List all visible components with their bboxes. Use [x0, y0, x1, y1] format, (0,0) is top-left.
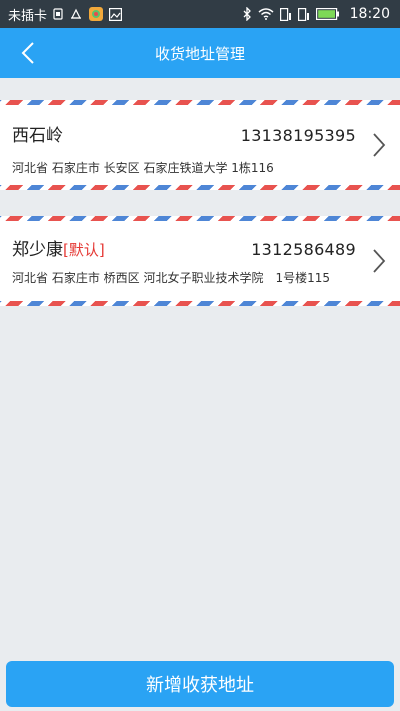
back-button[interactable]: [8, 28, 48, 78]
sim2-signal-icon: [297, 7, 310, 21]
recipient-name: 西石岭: [12, 126, 63, 146]
status-right: 18:20: [242, 6, 390, 22]
app-notification-icon: [89, 7, 104, 21]
chevron-right-icon: [368, 130, 390, 160]
page-title: 收货地址管理: [154, 44, 245, 63]
status-left: 未插卡: [8, 5, 123, 24]
status-bar: 未插卡 18:20: [0, 0, 400, 28]
airmail-border-bottom: [0, 301, 400, 306]
carrier-label: 未插卡: [8, 8, 48, 24]
sim1-signal-icon: [279, 7, 292, 21]
chevron-left-icon: [21, 42, 34, 64]
address-card-body: 郑少康[默认] 1312586489 河北省 石家庄市 桥西区 河北女子职业技术…: [0, 221, 400, 301]
title-bar: 收货地址管理: [0, 28, 400, 78]
chevron-right-icon: [368, 246, 390, 276]
sim-icon: [53, 8, 63, 20]
clock: 18:20: [349, 6, 390, 22]
address-card[interactable]: 郑少康[默认] 1312586489 河北省 石家庄市 桥西区 河北女子职业技术…: [0, 216, 400, 306]
recipient-name-wrap: 西石岭: [12, 121, 63, 146]
usb-debug-icon: [69, 8, 83, 20]
battery-icon: [315, 8, 340, 20]
address-header-row: 西石岭 13138195395: [12, 121, 356, 146]
address-card-body: 西石岭 13138195395 河北省 石家庄市 长安区 石家庄铁道大学 1栋1…: [0, 105, 400, 185]
address-header-row: 郑少康[默认] 1312586489: [12, 235, 356, 260]
recipient-address: 河北省 石家庄市 长安区 石家庄铁道大学 1栋116: [12, 161, 274, 175]
bluetooth-icon: [242, 7, 252, 21]
default-tag: [默认]: [63, 241, 105, 259]
recipient-phone: 13138195395: [240, 126, 356, 145]
add-address-button[interactable]: 新增收获地址: [6, 661, 394, 707]
recipient-address: 河北省 石家庄市 桥西区 河北女子职业技术学院 1号楼115: [12, 271, 330, 285]
image-notification-icon: [109, 7, 123, 21]
airmail-border-bottom: [0, 185, 400, 190]
recipient-name: 郑少康: [12, 240, 63, 260]
address-list: 西石岭 13138195395 河北省 石家庄市 长安区 石家庄铁道大学 1栋1…: [0, 100, 400, 332]
recipient-phone: 1312586489: [251, 240, 356, 259]
wifi-icon: [258, 8, 274, 20]
recipient-name-wrap: 郑少康[默认]: [12, 235, 105, 260]
address-card[interactable]: 西石岭 13138195395 河北省 石家庄市 长安区 石家庄铁道大学 1栋1…: [0, 100, 400, 190]
